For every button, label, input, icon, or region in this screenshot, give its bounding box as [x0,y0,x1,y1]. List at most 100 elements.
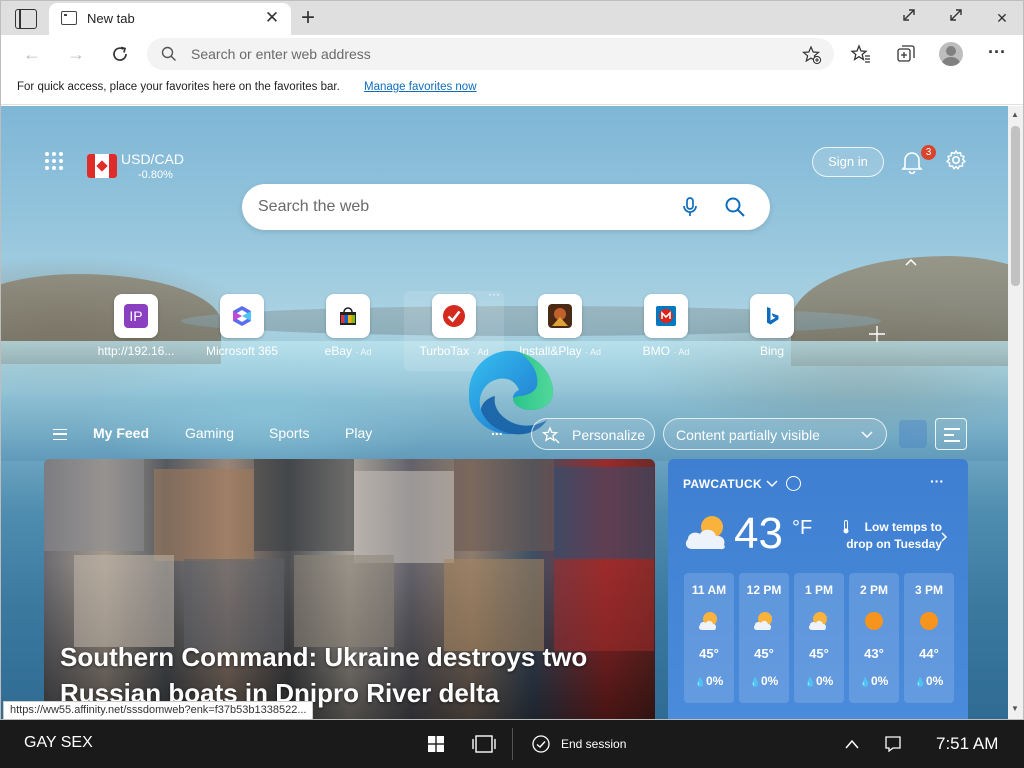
raindrop-icon: 💧 [804,677,816,687]
weather-alert[interactable]: Low temps to drop on Tuesday [842,519,942,553]
globe-icon[interactable] [786,476,801,491]
scroll-down-icon[interactable]: ▼ [1011,704,1019,713]
tab-gaming[interactable]: Gaming [185,425,234,441]
quick-link-tile[interactable]: BMO · Ad [616,291,716,371]
quick-link-label: eBay · Ad [324,344,372,358]
personalize-icon [542,426,560,444]
favorites-icon[interactable] [850,43,872,65]
scroll-up-icon[interactable]: ▲ [1011,110,1019,119]
collections-icon[interactable] [895,43,917,65]
hour-temp: 45° [699,646,719,661]
raindrop-icon: 💧 [914,677,926,687]
restore-pip-icon[interactable] [899,7,921,29]
tab-actions-icon[interactable] [15,9,37,29]
weather-card[interactable]: PAWCATUCK ··· 43 °F Low temps to drop on… [668,459,968,719]
hero-image-tile [444,559,544,651]
hour-temp: 44° [919,646,939,661]
back-arrow-icon[interactable]: ← [19,42,45,66]
tab-play[interactable]: Play [345,425,372,441]
hero-news-card[interactable]: Southern Command: Ukraine destroys two R… [44,459,655,719]
weather-more-icon[interactable]: ··· [930,473,944,489]
quick-link-tile[interactable]: Microsoft 365 [192,291,292,371]
more-options-icon[interactable]: ··· [985,41,1009,65]
notification-center-icon[interactable] [884,735,902,753]
raindrop-icon: 💧 [694,677,706,687]
checkmark-circle-icon[interactable] [532,735,550,753]
sunny-icon [920,612,938,630]
refresh-icon[interactable] [107,42,133,66]
chevron-down-icon[interactable] [765,478,779,488]
address-bar[interactable] [147,38,834,70]
tab-sports[interactable]: Sports [269,425,309,441]
list-layout-icon[interactable] [935,418,967,450]
sign-in-button[interactable]: Sign in [812,147,884,177]
scroll-thumb[interactable] [1011,126,1020,286]
page-scrollbar[interactable]: ▲ ▼ [1008,106,1023,719]
raindrop-icon: 💧 [749,677,761,687]
tab-close-icon[interactable]: ✕ [263,9,281,27]
chevron-up-icon[interactable] [844,738,860,750]
add-favorite-icon[interactable] [802,45,822,65]
end-session-button[interactable]: End session [561,737,626,751]
windows-start-icon[interactable] [428,736,444,752]
hour-time: 1 PM [804,583,833,597]
hero-image-tile [294,555,394,647]
address-input[interactable] [191,38,751,70]
feed-more-tabs[interactable]: ... [491,422,503,438]
bmo-icon [644,294,688,338]
weather-alert-line: Low temps to [864,520,942,534]
ip-icon: IP [114,294,158,338]
quick-link-label: http://192.16... [97,344,175,358]
hour-card[interactable]: 12 PM 45° 💧0% [739,573,789,703]
weather-alert-line: drop on Tuesday [846,537,942,551]
apps-launcher-icon[interactable] [45,152,65,172]
new-tab-favicon-icon [61,11,77,25]
hour-precip: 💧0% [859,674,889,688]
quick-link-tile[interactable]: eBay · Ad [298,291,398,371]
temperature-unit[interactable]: °F [792,517,812,540]
quick-link-label: Microsoft 365 [205,344,279,358]
close-window-icon[interactable]: ✕ [991,7,1013,29]
tile-more-icon[interactable]: ··· [488,287,500,301]
taskbar-divider [512,728,513,760]
chevron-up-icon[interactable] [903,256,919,268]
hour-precip: 💧0% [694,674,724,688]
microphone-icon[interactable] [680,196,700,218]
notifications-bell-icon[interactable] [901,150,923,174]
currency-pair[interactable]: USD/CAD [121,151,184,167]
search-icon[interactable] [724,196,746,218]
hour-card[interactable]: 11 AM 45° 💧0% [684,573,734,703]
new-tab-page: USD/CAD -0.80% Sign in 3 IP http://192.1… [1,106,1008,719]
hero-image-tile [254,459,354,551]
tab-new-tab[interactable]: New tab ✕ [49,3,291,35]
chevron-right-icon[interactable] [940,531,948,543]
task-view-icon[interactable] [472,735,496,753]
settings-gear-icon[interactable] [945,149,967,171]
content-visibility-dropdown[interactable]: Content partially visible [663,418,887,450]
menu-icon[interactable] [53,429,67,440]
personalize-button[interactable]: Personalize [531,418,655,450]
grid-layout-icon[interactable] [899,420,927,448]
profile-avatar[interactable] [939,42,963,66]
hour-temp: 45° [809,646,829,661]
manage-favorites-link[interactable]: Manage favorites now [364,81,477,93]
partly-cloudy-icon [753,612,772,630]
quick-link-tile[interactable]: IP http://192.16... [86,291,186,371]
weather-location[interactable]: PAWCATUCK [683,477,762,491]
quick-link-label: Bing [759,344,785,358]
maximize-icon[interactable] [945,7,967,29]
partly-cloudy-icon [808,612,827,630]
add-quick-link-icon[interactable] [867,324,887,344]
bing-icon [750,294,794,338]
web-search-input[interactable] [258,184,658,230]
quick-link-tile[interactable]: Bing [722,291,822,371]
status-bar-url: https://ww55.affinity.net/sssdomweb?enk=… [3,701,314,719]
canada-flag-icon [87,154,117,178]
hour-card[interactable]: 2 PM 43° 💧0% [849,573,899,703]
hour-card[interactable]: 3 PM 44° 💧0% [904,573,954,703]
forward-arrow-icon[interactable]: → [63,42,89,66]
hour-card[interactable]: 1 PM 45° 💧0% [794,573,844,703]
web-search-box[interactable] [242,184,770,230]
tab-my-feed[interactable]: My Feed [93,425,149,441]
new-tab-button[interactable]: + [297,4,319,32]
